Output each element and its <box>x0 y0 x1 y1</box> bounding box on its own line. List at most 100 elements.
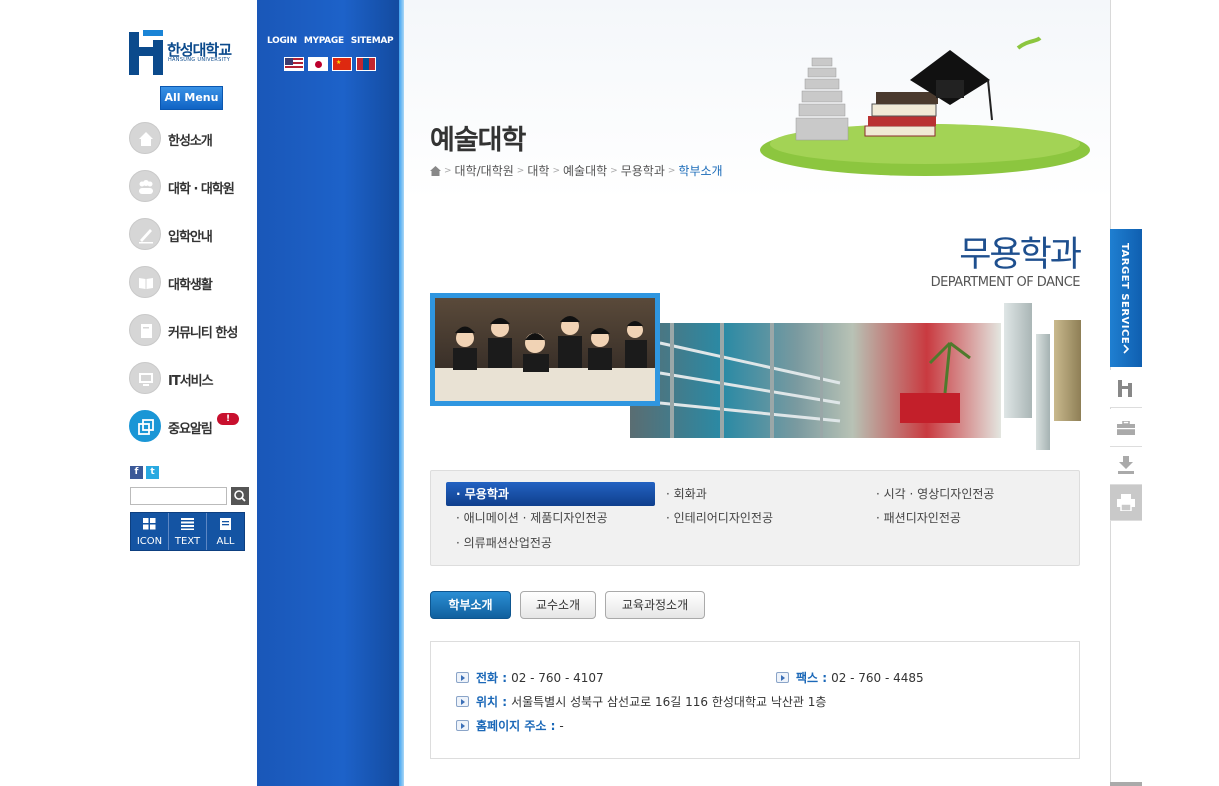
subtab-painting[interactable]: · 회화과 <box>656 482 865 506</box>
people-icon <box>129 170 161 202</box>
breadcrumb-separator: > <box>444 165 452 176</box>
tab-faculty-intro[interactable]: 교수소개 <box>520 591 596 619</box>
main-content: 예술대학 > 대학/대학원 > 대학 > 예술대학 > 무용학과 > 학부소개 … <box>404 0 1110 786</box>
notice-icon <box>129 410 161 442</box>
hallway-photo <box>630 323 1001 438</box>
download-icon <box>1118 456 1134 474</box>
hansung-logo[interactable]: 한성대학교 HANSUNG UNIVERSITY <box>129 30 241 76</box>
subtab-animation-product[interactable]: · 애니메이션 · 제품디자인전공 <box>446 506 655 530</box>
nav-item-hansung-intro[interactable]: 한성소개 <box>129 122 254 156</box>
list-icon <box>181 518 194 530</box>
search-icon <box>234 490 246 502</box>
japan-flag-icon[interactable] <box>308 57 328 71</box>
notice-badge: ! <box>217 413 239 425</box>
breadcrumb-separator: > <box>552 165 560 176</box>
top-links: LOGIN MYPAGE SITEMAP <box>267 36 394 46</box>
phone-label: 전화 : <box>476 671 508 685</box>
sitemap-link[interactable]: SITEMAP <box>351 36 394 46</box>
nav-label: 중요알림 <box>168 422 213 437</box>
breadcrumb-item[interactable]: 예술대학 <box>563 162 607 179</box>
homepage-row: 홈페이지 주소 : - <box>456 717 564 734</box>
all-menu-button[interactable]: All Menu <box>160 86 223 110</box>
breadcrumb-separator: > <box>516 165 525 176</box>
mongolia-flag-icon[interactable] <box>356 57 376 71</box>
quick-download-button[interactable] <box>1110 447 1142 485</box>
tab-curriculum-intro[interactable]: 교육과정소개 <box>605 591 705 619</box>
photo-strip <box>1004 303 1032 418</box>
breadcrumb-item[interactable]: 대학 <box>527 162 549 179</box>
nav-label: 대학생활 <box>168 278 213 293</box>
subtab-fashion-design[interactable]: · 패션디자인전공 <box>866 506 1075 530</box>
nav-label: 커뮤니티 한성 <box>168 326 238 341</box>
briefcase-icon <box>1117 421 1135 435</box>
homepage-value[interactable]: - <box>559 719 563 733</box>
search-button[interactable] <box>231 487 249 505</box>
view-tab-label: ICON <box>136 536 163 547</box>
quick-briefcase-button[interactable] <box>1110 409 1142 447</box>
subtab-interior-design[interactable]: · 인테리어디자인전공 <box>656 506 865 530</box>
nav-item-it-service[interactable]: IT서비스 <box>129 362 254 396</box>
facebook-icon[interactable]: f <box>130 466 143 479</box>
arrow-bullet-icon <box>456 696 469 707</box>
phone-row: 전화 : 02 - 760 - 4107 <box>456 669 604 686</box>
students-photo <box>430 293 660 406</box>
phone-value: 02 - 760 - 4107 <box>511 670 604 685</box>
hansung-logo-mark <box>129 30 163 75</box>
twitter-icon[interactable]: t <box>146 466 159 479</box>
monitor-icon <box>129 362 161 394</box>
breadcrumb: > 대학/대학원 > 대학 > 예술대학 > 무용학과 > 학부소개 <box>430 162 723 179</box>
subtab-fashion-industry[interactable]: · 의류패션산업전공 <box>446 531 655 555</box>
breadcrumb-current: 학부소개 <box>678 164 723 178</box>
breadcrumb-separator: > <box>667 165 676 176</box>
arrow-bullet-icon <box>456 672 469 683</box>
arrow-bullet-icon <box>456 720 469 731</box>
language-flags: ★ <box>284 57 376 71</box>
homepage-label: 홈페이지 주소 : <box>476 719 556 733</box>
book-icon <box>129 266 161 298</box>
china-flag-icon[interactable]: ★ <box>332 57 352 71</box>
nav-item-admission[interactable]: 입학안내 <box>129 218 254 252</box>
view-text-tab[interactable]: TEXT <box>169 513 207 550</box>
home-icon <box>129 122 161 154</box>
subtab-visual-design[interactable]: · 시각 · 영상디자인전공 <box>866 482 1075 506</box>
subtab-dance[interactable]: · 무용학과 <box>446 482 655 506</box>
logo-sub: HANSUNG UNIVERSITY <box>168 57 231 63</box>
nav-item-college[interactable]: 대학 · 대학원 <box>129 170 254 204</box>
nav-item-campus-life[interactable]: 대학생활 <box>129 266 254 300</box>
fax-row: 팩스 : 02 - 760 - 4485 <box>776 669 924 686</box>
search-input[interactable] <box>130 487 227 505</box>
location-value: 서울특별시 성북구 삼선교로 16길 116 한성대학교 낙산관 1층 <box>511 695 827 709</box>
view-mode-tabs: ICON TEXT ALL <box>130 512 245 551</box>
department-subtitle: DEPARTMENT OF DANCE <box>930 275 1081 290</box>
target-service-tab[interactable]: TARGET SERVICE <box>1110 229 1142 367</box>
left-navigation: 한성대학교 HANSUNG UNIVERSITY All Menu 한성소개 대… <box>0 0 257 786</box>
department-subtabs: · 무용학과 · 회화과 · 시각 · 영상디자인전공 · 애니메이션 · 제품… <box>430 470 1080 566</box>
panel-bottom-strip <box>1110 782 1142 786</box>
tab-department-intro[interactable]: 학부소개 <box>430 591 511 619</box>
photo-strip <box>1036 334 1050 450</box>
login-link[interactable]: LOGIN <box>267 36 297 46</box>
home-icon[interactable] <box>430 165 441 176</box>
nav-label: IT서비스 <box>168 374 214 389</box>
mypage-link[interactable]: MYPAGE <box>304 36 344 46</box>
chevron-right-icon <box>1123 344 1130 354</box>
location-label: 위치 : <box>476 695 508 709</box>
contact-info-box: 전화 : 02 - 760 - 4107 팩스 : 02 - 760 - 448… <box>430 641 1080 759</box>
nav-item-community[interactable]: 커뮤니티 한성 <box>129 314 254 348</box>
nav-label: 입학안내 <box>168 230 213 245</box>
nav-label: 대학 · 대학원 <box>168 182 235 197</box>
breadcrumb-item[interactable]: 대학/대학원 <box>455 162 514 179</box>
nav-item-notice[interactable]: 중요알림 ! <box>129 410 254 444</box>
view-all-tab[interactable]: ALL <box>207 513 244 550</box>
breadcrumb-item[interactable]: 무용학과 <box>621 162 665 179</box>
us-flag-icon[interactable] <box>284 57 304 71</box>
section-title: 예술대학 <box>430 125 526 156</box>
breadcrumb-separator: > <box>610 165 618 176</box>
view-tab-label: ALL <box>216 536 235 547</box>
view-icon-tab[interactable]: ICON <box>131 513 169 550</box>
department-title: 무용학과 <box>959 235 1082 275</box>
quick-logo-button[interactable] <box>1110 370 1142 408</box>
quick-print-button[interactable] <box>1110 485 1142 521</box>
location-row: 위치 : 서울특별시 성북구 삼선교로 16길 116 한성대학교 낙산관 1층 <box>456 693 826 710</box>
arrow-bullet-icon <box>776 672 789 683</box>
